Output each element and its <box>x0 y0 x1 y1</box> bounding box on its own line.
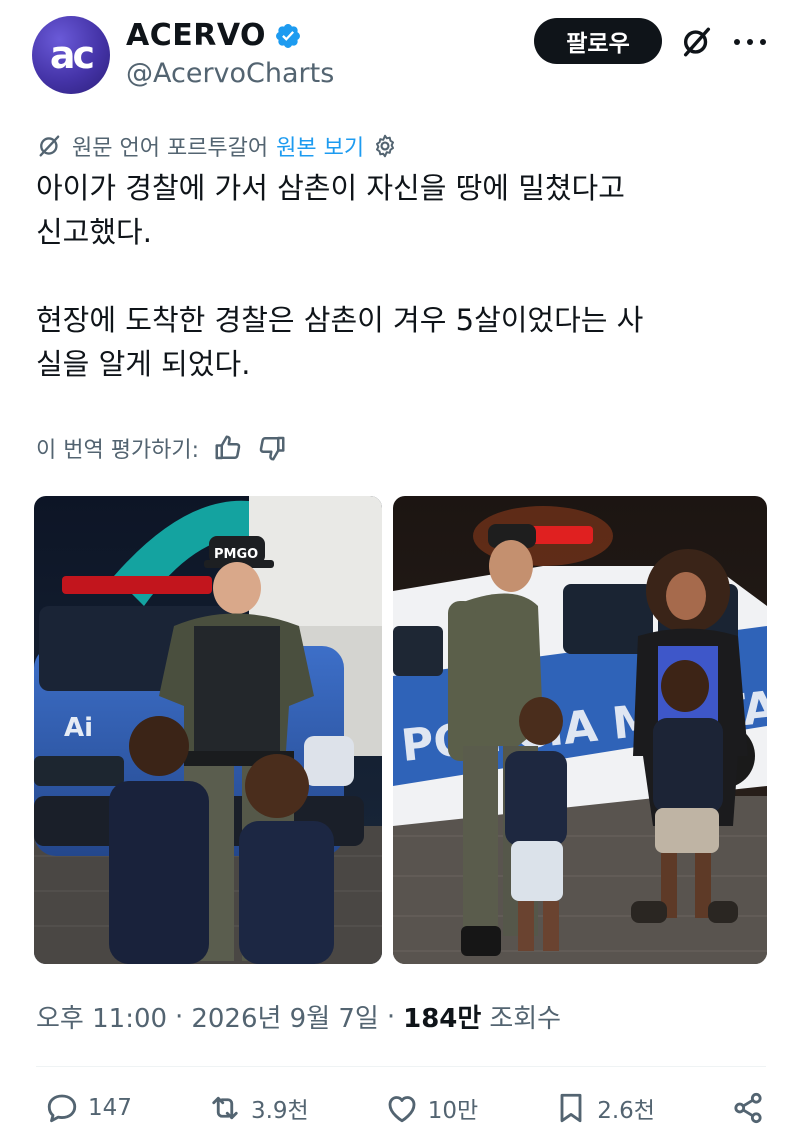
tweet-date[interactable]: 2026년 9월 7일 <box>191 998 379 1035</box>
tweet-text: 아이가 경찰에 가서 삼촌이 자신을 땅에 밀쳤다고 신고했다. 현장에 도착한… <box>36 166 764 386</box>
divider <box>36 1066 766 1067</box>
tweet-photo-right[interactable]: POLÍCIA MILITAR <box>393 496 767 964</box>
grok-icon[interactable] <box>680 25 714 59</box>
views-label: 조회수 <box>489 1004 562 1034</box>
meta-separator: · <box>386 1001 396 1032</box>
like-button[interactable]: 10만 <box>384 1090 478 1126</box>
heart-icon <box>388 1096 416 1123</box>
translation-notice: 원문 언어 포르투갈어 원본 보기 <box>36 130 398 162</box>
tweet-meta: 오후 11:00 · 2026년 9월 7일 · 184만 조회수 <box>36 998 561 1035</box>
thumbs-down-icon[interactable] <box>257 433 287 463</box>
tweet-line: 신고했다. <box>36 215 152 249</box>
rate-translation-label: 이 번역 평가하기: <box>36 438 200 463</box>
reply-count: 147 <box>88 1095 132 1121</box>
avatar[interactable]: ac <box>32 16 110 94</box>
car-text: Ai <box>64 713 93 743</box>
translate-icon <box>39 135 60 157</box>
bookmark-button[interactable]: 2.6천 <box>553 1090 655 1126</box>
reply-button[interactable]: 147 <box>44 1090 132 1126</box>
meta-separator: · <box>175 1001 184 1032</box>
tweet-line: 아이가 경찰에 가서 삼촌이 자신을 땅에 밀쳤다고 <box>36 171 625 205</box>
cap-text: PMGO <box>214 547 258 562</box>
avatar-logo-text: ac <box>49 33 95 77</box>
reply-icon <box>47 1094 77 1123</box>
share-button[interactable] <box>730 1090 766 1126</box>
thumbs-up-icon[interactable] <box>213 433 243 463</box>
repost-count: 3.9천 <box>250 1098 309 1124</box>
verified-badge-icon <box>276 23 300 48</box>
tweet-actions: 147 3.9천 10만 2.6천 <box>44 1090 766 1126</box>
tweet-line: 실을 알게 되었다. <box>36 347 251 381</box>
follow-button[interactable]: 팔로우 <box>534 18 662 64</box>
translation-language: 원문 언어 포르투갈어 <box>72 136 269 161</box>
show-original-link[interactable]: 원본 보기 <box>276 130 364 162</box>
more-options-icon[interactable] <box>734 28 766 56</box>
author-handle[interactable]: @AcervoCharts <box>126 58 334 89</box>
tweet-time[interactable]: 오후 11:00 <box>36 998 167 1035</box>
bookmark-icon <box>560 1093 582 1123</box>
rate-translation: 이 번역 평가하기: <box>36 432 287 464</box>
display-name[interactable]: ACERVO <box>126 18 266 53</box>
share-icon <box>734 1092 762 1124</box>
author-name-row: ACERVO <box>126 18 302 53</box>
like-count: 10만 <box>427 1098 479 1124</box>
settings-gear-icon[interactable] <box>372 133 398 159</box>
repost-button[interactable]: 3.9천 <box>207 1090 309 1126</box>
repost-icon <box>212 1096 238 1120</box>
tweet-photo-left[interactable]: Ai PMGO <box>34 496 382 964</box>
views-count: 184만 <box>403 1004 482 1034</box>
bookmark-count: 2.6천 <box>597 1098 655 1124</box>
tweet-line: 현장에 도착한 경찰은 삼촌이 겨우 5살이었다는 사 <box>36 303 644 337</box>
